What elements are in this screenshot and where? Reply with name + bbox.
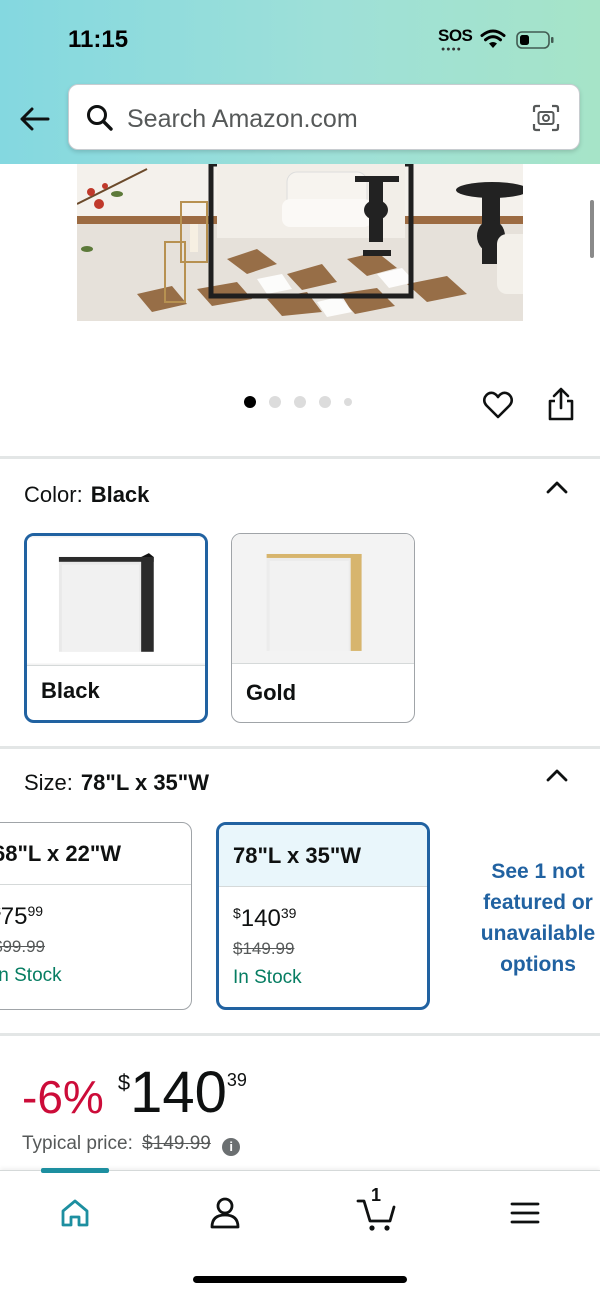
price-block: -6% $ 140 39 [22, 1062, 247, 1124]
pagination-dot[interactable] [319, 396, 331, 408]
size-option-list-price: $149.99 [233, 939, 295, 958]
color-section-label[interactable]: Color: Black [24, 482, 149, 508]
color-selected-value: Black [90, 482, 150, 507]
size-option-stock: In Stock [0, 965, 62, 986]
back-arrow-icon[interactable] [16, 100, 54, 138]
price-fraction: 39 [226, 1070, 247, 1090]
account-icon[interactable] [205, 1193, 245, 1233]
section-divider [0, 746, 600, 749]
signal-dots-icon: ●●●● [441, 46, 462, 53]
size-option-68x22[interactable]: 68"L x 22"W $7599 $99.99 In Stock [0, 822, 192, 1010]
section-divider [0, 456, 600, 459]
menu-icon[interactable] [505, 1193, 545, 1233]
header-bar: 11:15 SOS ●●●● Search Amazon.com [0, 0, 600, 164]
status-sos: SOS [438, 26, 473, 45]
search-input[interactable]: Search Amazon.com [127, 105, 358, 134]
battery-icon [516, 31, 554, 49]
home-icon[interactable] [55, 1193, 95, 1233]
share-icon[interactable] [546, 386, 576, 422]
size-option-name: 78"L x 35"W [219, 825, 427, 887]
color-option-black[interactable]: Black [24, 533, 208, 723]
discount-percent: -6% [22, 1071, 104, 1123]
size-option-price: $7599 [0, 903, 44, 930]
active-tab-indicator [41, 1168, 109, 1173]
info-icon[interactable]: i [222, 1138, 241, 1156]
cart-icon[interactable] [356, 1193, 400, 1233]
home-indicator[interactable] [193, 1276, 407, 1283]
black-mirror-thumbnail [27, 537, 205, 664]
heart-icon[interactable] [482, 390, 514, 420]
gold-mirror-thumbnail [232, 534, 414, 663]
swatch-label: Gold [246, 680, 297, 705]
typical-price: Typical price: $149.99 i [22, 1133, 241, 1156]
swatch-label: Black [41, 678, 100, 703]
search-bar[interactable]: Search Amazon.com [68, 84, 580, 150]
chevron-up-icon[interactable] [544, 766, 570, 784]
color-option-gold[interactable]: Gold [231, 533, 415, 723]
camera-scan-icon[interactable] [531, 103, 561, 133]
section-divider [0, 1033, 600, 1036]
swatch-image [27, 536, 205, 666]
scroll-indicator[interactable] [590, 200, 594, 258]
chevron-up-icon[interactable] [544, 478, 570, 496]
size-option-list-price: $99.99 [0, 937, 45, 956]
price-whole: 140 [130, 1060, 227, 1125]
pagination-dot[interactable] [244, 396, 256, 408]
swatch-image [232, 534, 414, 664]
size-option-stock: In Stock [233, 967, 302, 988]
size-selected-value: 78"L x 35"W [80, 770, 209, 795]
product-image[interactable] [77, 164, 523, 321]
see-unavailable-options-link[interactable]: See 1 not featured or unavailable option… [458, 856, 600, 980]
search-icon [87, 105, 113, 131]
color-label: Color: [24, 482, 83, 507]
size-option-78x35[interactable]: 78"L x 35"W $14039 $149.99 In Stock [216, 822, 430, 1010]
pagination-dot[interactable] [269, 396, 281, 408]
status-time: 11:15 [68, 26, 129, 53]
price-currency: $ [117, 1070, 131, 1095]
typical-price-label: Typical price: [22, 1133, 133, 1154]
size-section-label[interactable]: Size: 78"L x 35"W [24, 770, 209, 796]
image-pagination-dots[interactable] [244, 396, 352, 408]
pagination-dot[interactable] [344, 398, 352, 406]
pagination-dot[interactable] [294, 396, 306, 408]
size-option-price: $14039 [233, 905, 297, 932]
typical-price-value: $149.99 [142, 1133, 211, 1154]
size-option-name: 68"L x 22"W [0, 823, 191, 885]
wifi-icon [480, 29, 506, 48]
size-label: Size: [24, 770, 73, 795]
